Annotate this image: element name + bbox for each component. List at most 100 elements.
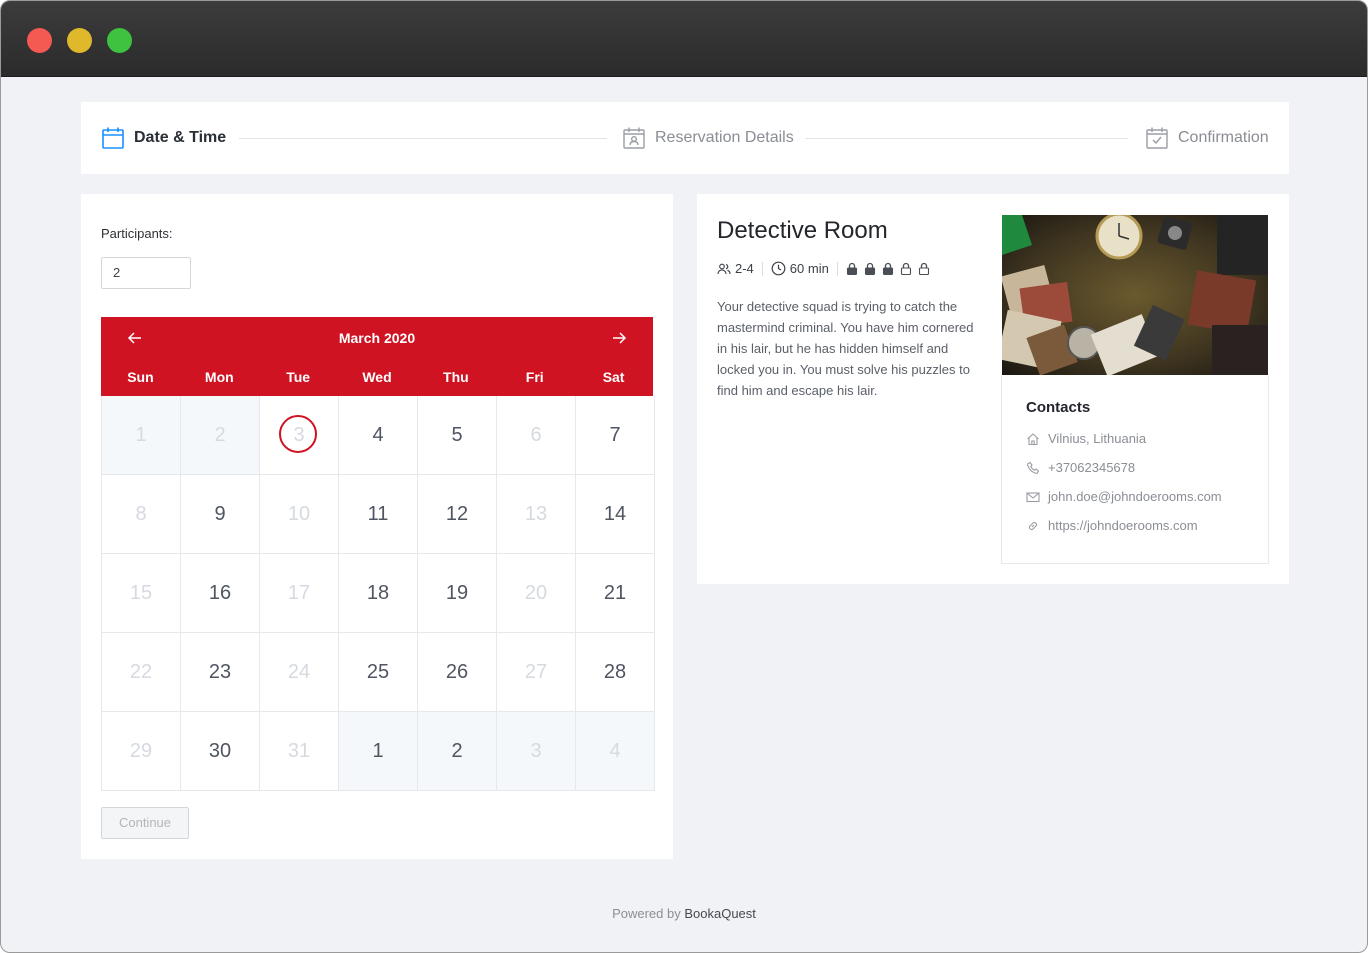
calendar-day[interactable]: 5 bbox=[418, 396, 497, 475]
booking-form: Participants: 2 March 2020 Sun Mon Tue W… bbox=[81, 194, 673, 859]
calendar-day: 4 bbox=[576, 712, 655, 791]
weekday: Fri bbox=[525, 369, 544, 385]
contact-address: Vilnius, Lithuania bbox=[1026, 431, 1146, 446]
title-bar bbox=[1, 1, 1367, 77]
close-window-button[interactable] bbox=[27, 28, 52, 53]
calendar-day[interactable]: 2 bbox=[418, 712, 497, 791]
calendar-check-icon bbox=[1146, 127, 1168, 149]
calendar-day[interactable]: 12 bbox=[418, 475, 497, 554]
calendar-day[interactable]: 23 bbox=[181, 633, 260, 712]
weekday: Thu bbox=[443, 369, 469, 385]
weekday: Tue bbox=[286, 369, 311, 385]
step-label: Date & Time bbox=[134, 129, 227, 146]
mail-icon bbox=[1026, 491, 1040, 502]
calendar-month: March 2020 bbox=[338, 330, 416, 346]
lock-filled-icon bbox=[864, 262, 875, 275]
step-label: Confirmation bbox=[1178, 129, 1269, 146]
calendar-day[interactable]: 4 bbox=[339, 396, 418, 475]
calendar-day: 22 bbox=[102, 633, 181, 712]
phone-icon bbox=[1026, 461, 1040, 474]
lock-empty-icon bbox=[918, 262, 929, 275]
calendar-day: 29 bbox=[102, 712, 181, 791]
booking-steps: Date & Time Reservation Details Confirma… bbox=[81, 102, 1289, 174]
calendar-day[interactable]: 21 bbox=[576, 554, 655, 633]
home-icon bbox=[1027, 432, 1039, 445]
phone-text: +37062345678 bbox=[1048, 460, 1136, 475]
calendar-day-today: 3 bbox=[260, 396, 339, 475]
footer: Powered by BookaQuest bbox=[1, 906, 1367, 921]
room-title: Detective Room bbox=[717, 217, 888, 244]
room-description: Your detective squad is trying to catch … bbox=[717, 299, 974, 398]
calendar-day[interactable]: 14 bbox=[576, 475, 655, 554]
calendar-day[interactable]: 25 bbox=[339, 633, 418, 712]
room-meta: 2-4 60 min bbox=[717, 261, 934, 276]
step-reservation-details[interactable]: Reservation Details bbox=[622, 102, 794, 174]
step-date-time[interactable]: Date & Time bbox=[101, 102, 226, 174]
room-photo bbox=[1002, 215, 1268, 375]
step-confirmation[interactable]: Confirmation bbox=[1145, 102, 1269, 174]
email-text: john.doe@johndoerooms.com bbox=[1048, 489, 1222, 504]
date-calendar: March 2020 Sun Mon Tue Wed Thu Fri Sat 1… bbox=[101, 317, 655, 791]
calendar-day[interactable]: 1 bbox=[339, 712, 418, 791]
continue-button[interactable]: Continue bbox=[101, 807, 189, 839]
calendar-day[interactable]: 19 bbox=[418, 554, 497, 633]
calendar-day[interactable]: 11 bbox=[339, 475, 418, 554]
step-label: Reservation Details bbox=[655, 129, 794, 146]
calendar-day[interactable]: 16 bbox=[181, 554, 260, 633]
duration: 60 min bbox=[789, 261, 829, 276]
weekday: Sat bbox=[602, 369, 625, 385]
calendar-day: 1 bbox=[102, 396, 181, 475]
players-range: 2-4 bbox=[735, 261, 754, 276]
address-text: Vilnius, Lithuania bbox=[1048, 431, 1147, 446]
link-icon bbox=[1028, 521, 1038, 530]
footer-brand-link[interactable]: BookaQuest bbox=[684, 906, 756, 921]
next-month-arrow-icon[interactable] bbox=[608, 327, 630, 349]
players-icon bbox=[717, 263, 731, 274]
difficulty-locks bbox=[846, 262, 934, 275]
meta-divider bbox=[761, 261, 763, 276]
lock-filled-icon bbox=[882, 262, 893, 275]
meta-divider bbox=[836, 261, 838, 276]
footer-prefix: Powered by bbox=[612, 906, 681, 921]
lock-filled-icon bbox=[846, 262, 857, 275]
calendar-day: 24 bbox=[260, 633, 339, 712]
browser-window: Date & Time Reservation Details Confirma… bbox=[0, 0, 1368, 953]
calendar-day: 3 bbox=[497, 712, 576, 791]
calendar-day: 27 bbox=[497, 633, 576, 712]
calendar-day: 17 bbox=[260, 554, 339, 633]
weekday: Mon bbox=[204, 369, 234, 385]
room-info-card: Detective Room 2-4 60 min Your detective… bbox=[697, 194, 1289, 584]
participants-label: Participants: bbox=[101, 226, 173, 241]
step-divider bbox=[805, 138, 1128, 139]
weekday: Sun bbox=[127, 369, 154, 385]
calendar-day[interactable]: 18 bbox=[339, 554, 418, 633]
calendar-day[interactable]: 9 bbox=[181, 475, 260, 554]
calendar-grid: 1 2 3 4 5 6 7 8 9 10 11 12 13 14 15 16 17 18 19 20 21 22 23 24 2… bbox=[101, 396, 655, 791]
calendar-day: 6 bbox=[497, 396, 576, 475]
maximize-window-button[interactable] bbox=[107, 28, 132, 53]
contact-email[interactable]: john.doe@johndoerooms.com bbox=[1026, 489, 1222, 504]
room-photo-image bbox=[1002, 215, 1268, 375]
contact-website[interactable]: https://johndoerooms.com bbox=[1026, 518, 1198, 533]
calendar-day[interactable]: 30 bbox=[181, 712, 260, 791]
calendar-day: 8 bbox=[102, 475, 181, 554]
participants-input[interactable]: 2 bbox=[101, 257, 191, 289]
calendar-day: 2 bbox=[181, 396, 260, 475]
calendar-day: 31 bbox=[260, 712, 339, 791]
lock-empty-icon bbox=[900, 262, 911, 275]
calendar-day: 15 bbox=[102, 554, 181, 633]
calendar-icon bbox=[102, 127, 124, 149]
calendar-user-icon bbox=[623, 127, 645, 149]
contact-phone[interactable]: +37062345678 bbox=[1026, 460, 1135, 475]
contacts-title: Contacts bbox=[1026, 399, 1091, 416]
calendar-day[interactable]: 26 bbox=[418, 633, 497, 712]
calendar-day[interactable]: 7 bbox=[576, 396, 655, 475]
weekday: Wed bbox=[362, 369, 392, 385]
clock-icon bbox=[771, 261, 786, 276]
contacts-panel: Contacts Vilnius, Lithuania +37062345678… bbox=[1001, 375, 1269, 564]
minimize-window-button[interactable] bbox=[67, 28, 92, 53]
calendar-header: March 2020 Sun Mon Tue Wed Thu Fri Sat bbox=[101, 317, 653, 396]
calendar-day: 10 bbox=[260, 475, 339, 554]
website-text: https://johndoerooms.com bbox=[1048, 518, 1198, 533]
calendar-day[interactable]: 28 bbox=[576, 633, 655, 712]
